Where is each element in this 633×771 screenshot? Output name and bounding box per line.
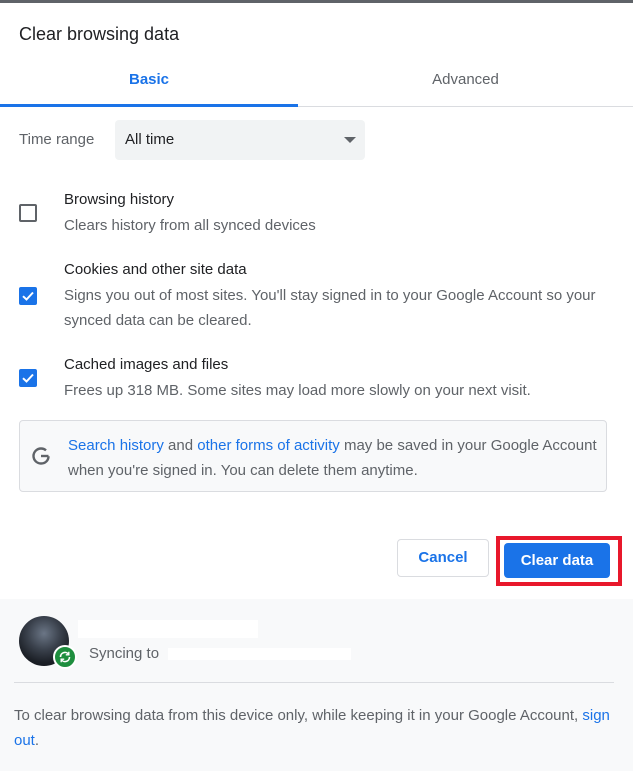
clear-data-button[interactable]: Clear data bbox=[504, 543, 610, 578]
sync-icon bbox=[59, 651, 71, 663]
sync-badge bbox=[53, 645, 77, 669]
checkmark-icon bbox=[22, 291, 34, 301]
cached-images-checkbox[interactable] bbox=[19, 369, 37, 387]
footer-divider bbox=[14, 682, 614, 683]
time-range-select[interactable]: All time bbox=[115, 120, 365, 160]
dialog-title: Clear browsing data bbox=[19, 24, 180, 44]
google-notice-text: Search history and other forms of activi… bbox=[68, 433, 598, 483]
google-activity-notice: Search history and other forms of activi… bbox=[19, 420, 607, 492]
tab-advanced[interactable]: Advanced bbox=[298, 58, 633, 106]
cached-images-title: Cached images and files bbox=[64, 356, 229, 373]
browsing-history-title: Browsing history bbox=[64, 191, 175, 208]
other-activity-link[interactable]: other forms of activity bbox=[197, 437, 340, 454]
tab-basic[interactable]: Basic bbox=[0, 58, 298, 106]
time-range-value: All time bbox=[125, 131, 175, 148]
browsing-history-desc: Clears history from all synced devices bbox=[64, 217, 316, 234]
redacted-account-name bbox=[78, 620, 258, 638]
footer-note-text: To clear browsing data from this device … bbox=[14, 707, 583, 724]
footer-note-end: . bbox=[34, 732, 40, 749]
cookies-desc: Signs you out of most sites. You'll stay… bbox=[64, 287, 596, 329]
cached-images-desc: Frees up 318 MB. Some sites may load mor… bbox=[64, 382, 531, 399]
google-g-icon bbox=[32, 447, 50, 465]
syncing-label: Syncing to bbox=[89, 645, 160, 662]
active-tab-indicator bbox=[0, 104, 298, 107]
search-history-link[interactable]: Search history bbox=[68, 437, 164, 454]
notice-text-part1: and bbox=[163, 437, 198, 454]
cancel-button[interactable]: Cancel bbox=[397, 539, 489, 577]
cookies-title: Cookies and other site data bbox=[64, 261, 247, 278]
tab-bar: Basic Advanced bbox=[0, 58, 633, 107]
redacted-account-email bbox=[168, 648, 351, 660]
time-range-label: Time range bbox=[19, 131, 95, 148]
browsing-history-checkbox[interactable] bbox=[19, 204, 37, 222]
checkmark-icon bbox=[22, 373, 34, 383]
footer-note: To clear browsing data from this device … bbox=[14, 703, 614, 753]
dropdown-arrow-icon bbox=[344, 137, 356, 143]
cookies-checkbox[interactable] bbox=[19, 287, 37, 305]
